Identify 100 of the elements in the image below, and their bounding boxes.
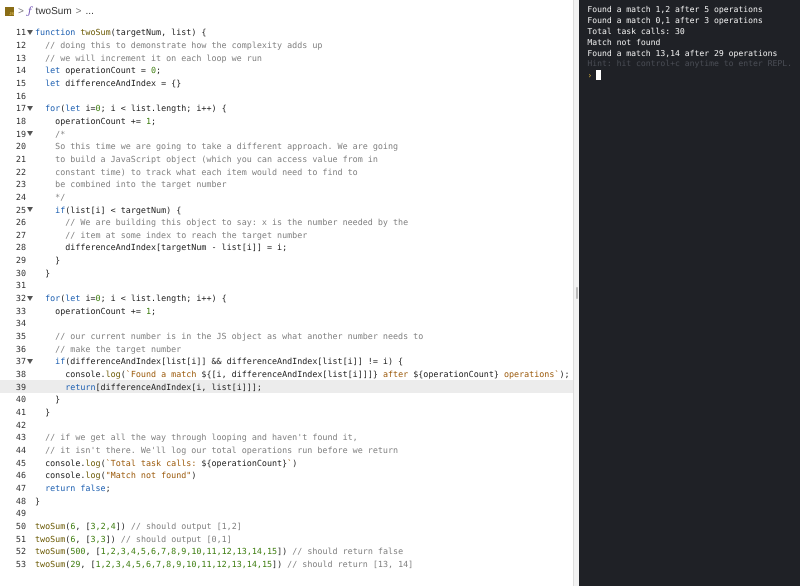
code-line: console.log(`Total task calls: ${operationCount}`) <box>44 458 298 468</box>
line-number: 53 <box>14 558 26 569</box>
line-number: 41 <box>14 407 26 418</box>
code-line: to build a JavaScript object (which you can access value from in <box>54 154 378 164</box>
code-line: twoSum(500, [1,2,3,4,5,6,7,8,9,10,11,12,13,14,15]) // should return false <box>34 546 404 556</box>
line-number: 19 <box>14 128 26 139</box>
code-line: return[differenceAndIndex[i, list[i]]]; <box>64 382 262 392</box>
code-line: */ <box>54 192 66 202</box>
console-text: Found a match 0,1 after 3 operations <box>587 15 763 26</box>
line-number: 33 <box>14 306 26 316</box>
code-line: // it isn't there. We'll log our total operations run before we return <box>44 444 398 455</box>
fold-arrow-icon[interactable] <box>27 358 33 364</box>
code-line: function twoSum(targetNum, list) { <box>34 27 206 38</box>
code-line: if(differenceAndIndex[list[i]] && differenceAndIndex[list[i]] != i) { <box>54 356 404 366</box>
line-number: 15 <box>14 78 26 88</box>
breadcrumb-separator: > <box>76 6 82 16</box>
line-number: 46 <box>14 470 26 480</box>
fold-arrow-icon[interactable] <box>27 106 33 111</box>
fold-arrow-icon[interactable] <box>27 131 33 136</box>
line-number: 43 <box>14 432 26 442</box>
code-line: } <box>44 407 50 418</box>
line-number: 27 <box>14 230 26 240</box>
code-line: let differenceAndIndex = {} <box>44 78 182 88</box>
line-number: 25 <box>14 204 26 215</box>
code-line: console.log(`Found a match ${[i, differenceAndIndex[list[i]]]} after ${operationCount} operations`); <box>64 369 570 380</box>
code-line: for(let i=0; i < list.length; i++) { <box>44 293 227 304</box>
code-line: constant time) to track what each item would need to find to <box>54 166 358 177</box>
function-icon: ƒ <box>28 6 32 16</box>
line-number: 47 <box>14 482 26 493</box>
code-line: // make the target number <box>54 344 182 354</box>
line-number: 16 <box>14 90 26 101</box>
line-number: 31 <box>14 280 26 290</box>
line-number: 20 <box>14 141 26 152</box>
line-number: 51 <box>14 534 26 544</box>
line-number: 39 <box>14 382 26 392</box>
code-line: // item at some index to reach the target number <box>64 230 308 240</box>
fold-arrow-icon[interactable] <box>27 30 33 35</box>
code-line: if(list[i] < targetNum) { <box>54 204 182 215</box>
code-line: differenceAndIndex[targetNum - list[i]] = i; <box>64 242 288 252</box>
line-number: 23 <box>14 179 26 190</box>
breadcrumb-item[interactable]: twoSum <box>36 6 72 16</box>
code-line: operationCount += 1; <box>54 116 156 126</box>
code-line: be combined into the target number <box>54 179 227 190</box>
code-line: // doing this to demonstrate how the complexity adds up <box>44 40 322 50</box>
line-number: 29 <box>14 255 26 266</box>
code-line: So this time we are going to take a different approach. We are going <box>54 141 398 152</box>
code-line: operationCount += 1; <box>54 306 156 316</box>
line-number: 30 <box>14 268 26 278</box>
line-number: 18 <box>14 116 26 126</box>
line-number: 26 <box>14 217 26 228</box>
line-number: 12 <box>14 40 26 50</box>
code-line: /* <box>54 128 66 139</box>
line-number: 42 <box>14 420 26 430</box>
breadcrumb-more[interactable]: ... <box>86 6 94 16</box>
line-number: 21 <box>14 154 26 164</box>
code-line: // We are building this object to say: x is the number needed by the <box>64 217 408 228</box>
text-cursor <box>596 70 602 80</box>
line-number: 48 <box>14 496 26 506</box>
console-text: › <box>587 70 592 80</box>
fold-arrow-icon[interactable] <box>27 207 33 212</box>
line-number: 13 <box>14 52 26 63</box>
line-number: 22 <box>14 166 26 177</box>
console-text: Found a match 1,2 after 5 operations <box>587 4 763 14</box>
line-number: 32 <box>14 293 26 304</box>
console-text: Found a match 13,14 after 29 operations <box>587 48 778 58</box>
line-number: 49 <box>14 508 26 518</box>
splitter-handle[interactable] <box>576 287 578 299</box>
code-line: console.log("Match not found") <box>44 470 196 480</box>
line-number: 11 <box>14 27 26 38</box>
code-line: // our current number is in the JS object as what another number needs to <box>54 331 424 342</box>
line-number: 28 <box>14 242 26 252</box>
line-number: 38 <box>14 369 26 380</box>
line-number: 17 <box>14 103 26 114</box>
line-number: 34 <box>14 318 26 328</box>
line-number: 37 <box>14 356 26 366</box>
code-line: return false; <box>44 482 111 493</box>
code-line: } <box>54 394 60 404</box>
line-number: 45 <box>14 458 26 468</box>
line-number: 35 <box>14 331 26 342</box>
fold-arrow-icon[interactable] <box>27 296 33 301</box>
line-number: 44 <box>14 444 26 455</box>
console-text: Total task calls: 30 <box>587 26 685 36</box>
code-line: twoSum(6, [3,3]) // should output [0,1] <box>34 534 232 544</box>
line-number: 50 <box>14 520 26 531</box>
code-line: } <box>54 255 60 266</box>
line-number: 36 <box>14 344 26 354</box>
line-number: 14 <box>14 65 26 76</box>
code-line: // we will increment it on each loop we run <box>44 52 262 63</box>
console-text: Match not found <box>587 36 660 47</box>
code-line: for(let i=0; i < list.length; i++) { <box>44 103 227 114</box>
code-line: } <box>44 268 50 278</box>
breadcrumb-separator: > <box>18 6 24 16</box>
code-line: // if we get all the way through looping and haven't found it, <box>44 432 358 442</box>
line-number: 24 <box>14 192 26 202</box>
code-line: } <box>34 496 40 506</box>
code-line: let operationCount = 0; <box>44 65 162 76</box>
code-line: twoSum(6, [3,2,4]) // should output [1,2] <box>34 520 242 531</box>
line-number: 52 <box>14 546 26 556</box>
code-line: twoSum(29, [1,2,3,4,5,6,7,8,9,10,11,12,13,14,15]) // should return [13, 14] <box>34 558 414 569</box>
line-number: 40 <box>14 394 26 404</box>
